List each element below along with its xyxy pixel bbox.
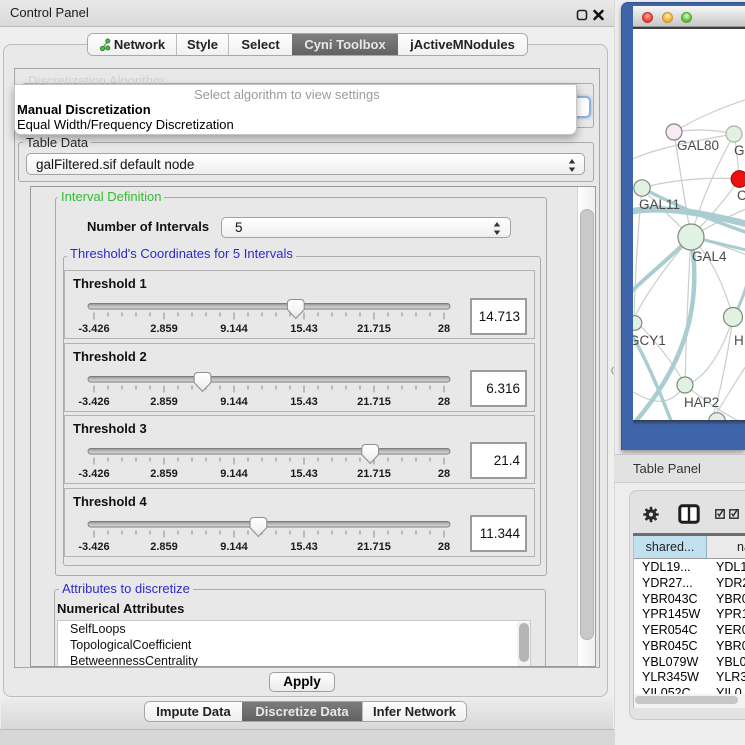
svg-text:GAL80: GAL80: [677, 138, 719, 153]
svg-text:15.43: 15.43: [290, 323, 318, 335]
svg-text:15.43: 15.43: [290, 541, 318, 553]
svg-text:GAL11: GAL11: [639, 197, 680, 212]
svg-text:2.859: 2.859: [150, 541, 178, 553]
svg-text:H: H: [734, 333, 744, 348]
svg-text:15.43: 15.43: [290, 468, 318, 480]
svg-text:28: 28: [438, 468, 450, 480]
svg-text:28: 28: [438, 323, 450, 335]
svg-text:9.144: 9.144: [220, 323, 248, 335]
svg-text:GCY1: GCY1: [633, 333, 666, 348]
svg-text:HAP2: HAP2: [684, 395, 719, 410]
svg-text:9.144: 9.144: [220, 541, 248, 553]
svg-text:2.859: 2.859: [150, 323, 178, 335]
svg-text:21.715: 21.715: [357, 468, 391, 480]
svg-text:2.859: 2.859: [150, 396, 178, 408]
svg-text:21.715: 21.715: [357, 541, 391, 553]
svg-text:9.144: 9.144: [220, 396, 248, 408]
svg-text:15.43: 15.43: [290, 396, 318, 408]
svg-text:C: C: [737, 188, 745, 203]
svg-text:9.144: 9.144: [220, 468, 248, 480]
svg-text:21.715: 21.715: [357, 396, 391, 408]
svg-text:G: G: [734, 143, 745, 158]
svg-text:28: 28: [438, 396, 450, 408]
svg-text:-3.426: -3.426: [78, 323, 109, 335]
svg-text:2.859: 2.859: [150, 468, 178, 480]
svg-text:GAL4: GAL4: [692, 249, 727, 264]
svg-text:-3.426: -3.426: [78, 468, 109, 480]
svg-text:21.715: 21.715: [357, 323, 391, 335]
svg-text:-3.426: -3.426: [78, 541, 109, 553]
svg-text:-3.426: -3.426: [78, 396, 109, 408]
svg-text:28: 28: [438, 541, 450, 553]
